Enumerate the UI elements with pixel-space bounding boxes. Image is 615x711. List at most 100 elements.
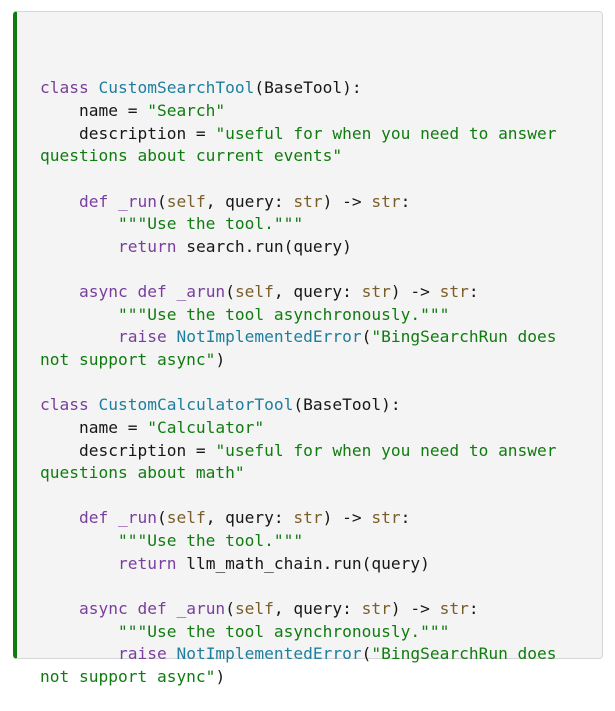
code-token: , query: <box>205 508 294 528</box>
code-token: NotImplementedError <box>176 644 362 664</box>
code-token: : <box>400 508 411 528</box>
code-line: async def _arun(self, query: str) -> str… <box>40 598 602 621</box>
code-line: """Use the tool.""" <box>40 530 602 553</box>
code-token: description = <box>40 440 216 460</box>
code-line: description = "useful for when you need … <box>40 123 602 146</box>
code-line: not support async") <box>40 666 602 689</box>
code-token: ( <box>361 327 372 347</box>
code-token: """Use the tool.""" <box>117 214 304 234</box>
code-token: str <box>439 599 469 619</box>
code-token: str <box>361 599 391 619</box>
code-token: not support async" <box>40 350 216 369</box>
code-token: str <box>439 282 469 302</box>
code-line: async def _arun(self, query: str) -> str… <box>40 281 602 304</box>
code-line: return llm_math_chain.run(query) <box>40 553 602 576</box>
code-token: , query: <box>273 282 362 302</box>
code-token: self <box>166 191 206 211</box>
code-token: str <box>371 191 401 211</box>
code-line: """Use the tool.""" <box>40 213 602 236</box>
code-token: "BingSearchRun does <box>371 327 557 347</box>
code-token: "Calculator" <box>147 417 265 437</box>
code-token: async def <box>78 599 177 619</box>
code-line: return search.run(query) <box>40 236 602 259</box>
code-token: : <box>468 282 479 302</box>
code-token: name = <box>40 417 148 437</box>
code-line: def _run(self, query: str) -> str: <box>40 507 602 530</box>
code-token: (BaseTool): <box>293 395 401 415</box>
code-token: _arun <box>176 599 226 619</box>
code-token: ( <box>361 644 372 664</box>
code-token: "BingSearchRun does <box>371 644 557 664</box>
code-token: self <box>234 282 274 302</box>
code-line: description = "useful for when you need … <box>40 440 602 463</box>
code-token: ) -> <box>390 282 440 302</box>
code-line: questions about current events" <box>40 145 602 168</box>
code-token: _arun <box>176 282 226 302</box>
code-token: self <box>234 599 274 619</box>
code-token: ( <box>156 191 167 211</box>
code-block[interactable]: class CustomSearchTool(BaseTool): name =… <box>13 11 603 686</box>
code-token: raise <box>117 644 177 664</box>
code-line: class CustomSearchTool(BaseTool): <box>40 77 602 100</box>
code-token: ) -> <box>322 508 372 528</box>
code-token: CustomSearchTool <box>98 78 255 98</box>
code-token: self <box>166 508 206 528</box>
code-line: """Use the tool asynchronously.""" <box>40 304 602 327</box>
code-token: , query: <box>273 599 362 619</box>
code-token: return <box>117 553 187 573</box>
code-token: str <box>361 282 391 302</box>
code-token: raise <box>117 327 177 347</box>
code-token: ) -> <box>390 599 440 619</box>
code-line: name = "Search" <box>40 100 602 123</box>
code-token: class <box>40 78 99 98</box>
code-line: def _run(self, query: str) -> str: <box>40 191 602 214</box>
code-token: ( <box>156 508 167 528</box>
code-token: ) <box>215 350 226 369</box>
code-token: def <box>78 508 118 528</box>
code-token: llm_math_chain.run(query) <box>186 553 430 573</box>
code-line: class CustomCalculatorTool(BaseTool): <box>40 394 602 417</box>
code-token: description = <box>40 123 216 143</box>
code-token: search.run(query) <box>186 236 352 256</box>
code-token: : <box>400 191 411 211</box>
code-token: CustomCalculatorTool <box>98 395 294 415</box>
code-token: """Use the tool asynchronously.""" <box>117 621 450 641</box>
code-token: ) -> <box>322 191 372 211</box>
code-token: name = <box>40 100 148 120</box>
code-line: questions about math" <box>40 462 602 485</box>
code-token: "Search" <box>147 100 226 120</box>
code-token: str <box>293 191 323 211</box>
code-token: def <box>78 191 118 211</box>
code-token: not support async" <box>40 666 216 686</box>
code-token: ( <box>225 282 235 302</box>
code-line: not support async") <box>40 349 602 372</box>
code-token: "useful for when you need to answer <box>215 123 557 143</box>
code-token: """Use the tool.""" <box>117 531 304 551</box>
code-token: _run <box>117 508 157 528</box>
code-line: name = "Calculator" <box>40 417 602 440</box>
code-line: raise NotImplementedError("BingSearchRun… <box>40 643 602 666</box>
code-token: class <box>40 395 99 415</box>
code-token: , query: <box>205 191 294 211</box>
code-line: raise NotImplementedError("BingSearchRun… <box>40 326 602 349</box>
code-lines: class CustomSearchTool(BaseTool): name =… <box>40 77 602 688</box>
code-token: async def <box>78 282 177 302</box>
code-token: str <box>371 508 401 528</box>
code-token: questions about current events" <box>40 146 343 166</box>
code-token: (BaseTool): <box>254 78 362 98</box>
